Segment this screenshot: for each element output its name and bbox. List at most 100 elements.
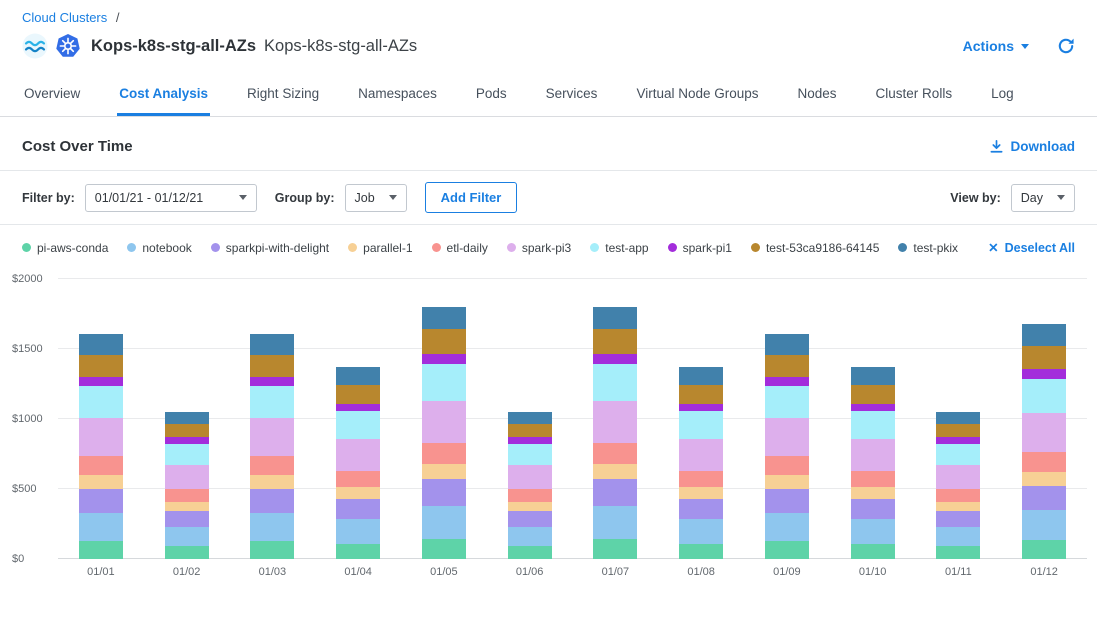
bar-segment-test-app[interactable]	[936, 444, 980, 465]
bar-segment-etl-daily[interactable]	[765, 456, 809, 475]
bar-segment-parallel-1[interactable]	[165, 502, 209, 511]
tab-namespaces[interactable]: Namespaces	[356, 73, 439, 116]
bar-segment-test-app[interactable]	[765, 386, 809, 418]
bar-segment-sparkpi-with-delight[interactable]	[936, 511, 980, 527]
bar-segment-spark-pi3[interactable]	[679, 439, 723, 471]
bar-segment-notebook[interactable]	[79, 513, 123, 541]
bar-segment-test-pkix[interactable]	[508, 412, 552, 424]
stacked-bar-01-01[interactable]	[79, 279, 123, 559]
bar-segment-parallel-1[interactable]	[593, 464, 637, 479]
bar-segment-sparkpi-with-delight[interactable]	[765, 489, 809, 513]
stacked-bar-01-11[interactable]	[936, 279, 980, 559]
bar-segment-parallel-1[interactable]	[250, 475, 294, 489]
bar-segment-test-53ca9186-64145[interactable]	[765, 355, 809, 377]
bar-segment-test-53ca9186-64145[interactable]	[336, 385, 380, 403]
bar-segment-sparkpi-with-delight[interactable]	[250, 489, 294, 513]
bar-segment-notebook[interactable]	[936, 527, 980, 547]
bar-segment-parallel-1[interactable]	[679, 487, 723, 499]
legend-item-sparkpi-with-delight[interactable]: sparkpi-with-delight	[211, 241, 329, 255]
add-filter-button[interactable]: Add Filter	[425, 182, 518, 213]
bar-segment-spark-pi1[interactable]	[422, 354, 466, 365]
bar-segment-spark-pi3[interactable]	[765, 418, 809, 456]
bar-segment-sparkpi-with-delight[interactable]	[79, 489, 123, 513]
bar-segment-pi-aws-conda[interactable]	[422, 539, 466, 559]
legend-item-spark-pi1[interactable]: spark-pi1	[668, 241, 732, 255]
bar-segment-test-app[interactable]	[165, 444, 209, 465]
bar-segment-etl-daily[interactable]	[936, 489, 980, 502]
bar-segment-notebook[interactable]	[165, 527, 209, 547]
bar-segment-test-53ca9186-64145[interactable]	[250, 355, 294, 377]
deselect-all-button[interactable]: ✕ Deselect All	[988, 240, 1075, 255]
bar-segment-spark-pi1[interactable]	[336, 404, 380, 412]
bar-segment-spark-pi3[interactable]	[250, 418, 294, 456]
stacked-bar-01-05[interactable]	[422, 279, 466, 559]
bar-segment-spark-pi1[interactable]	[1022, 369, 1066, 379]
tab-cluster-rolls[interactable]: Cluster Rolls	[874, 73, 955, 116]
breadcrumb-link-cloud-clusters[interactable]: Cloud Clusters	[22, 10, 107, 25]
bar-segment-spark-pi1[interactable]	[765, 377, 809, 386]
bar-segment-sparkpi-with-delight[interactable]	[336, 499, 380, 519]
legend-item-spark-pi3[interactable]: spark-pi3	[507, 241, 571, 255]
bar-segment-notebook[interactable]	[250, 513, 294, 541]
bar-segment-notebook[interactable]	[593, 506, 637, 539]
bar-segment-etl-daily[interactable]	[422, 443, 466, 464]
bar-segment-spark-pi3[interactable]	[165, 465, 209, 490]
date-range-select[interactable]: 01/01/21 - 01/12/21	[85, 184, 257, 212]
bar-segment-sparkpi-with-delight[interactable]	[679, 499, 723, 519]
bar-segment-pi-aws-conda[interactable]	[765, 541, 809, 559]
bar-segment-spark-pi3[interactable]	[79, 418, 123, 456]
bar-segment-pi-aws-conda[interactable]	[936, 546, 980, 559]
bar-segment-etl-daily[interactable]	[593, 443, 637, 464]
bar-segment-spark-pi1[interactable]	[593, 354, 637, 365]
bar-segment-test-53ca9186-64145[interactable]	[593, 329, 637, 354]
bar-segment-test-pkix[interactable]	[250, 334, 294, 355]
bar-segment-spark-pi3[interactable]	[936, 465, 980, 490]
bar-segment-sparkpi-with-delight[interactable]	[508, 511, 552, 527]
bar-segment-spark-pi3[interactable]	[336, 439, 380, 471]
bar-segment-test-app[interactable]	[593, 364, 637, 400]
bar-segment-spark-pi3[interactable]	[851, 439, 895, 471]
legend-item-test-app[interactable]: test-app	[590, 241, 648, 255]
bar-segment-test-53ca9186-64145[interactable]	[936, 424, 980, 437]
bar-segment-test-pkix[interactable]	[165, 412, 209, 424]
bar-segment-etl-daily[interactable]	[165, 489, 209, 502]
bar-segment-test-pkix[interactable]	[1022, 324, 1066, 346]
bar-segment-test-pkix[interactable]	[851, 367, 895, 385]
bar-segment-etl-daily[interactable]	[679, 471, 723, 487]
tab-virtual-node-groups[interactable]: Virtual Node Groups	[634, 73, 760, 116]
bar-segment-pi-aws-conda[interactable]	[508, 546, 552, 559]
bar-segment-spark-pi1[interactable]	[851, 404, 895, 412]
bar-segment-pi-aws-conda[interactable]	[79, 541, 123, 559]
legend-item-test-53ca9186-64145[interactable]: test-53ca9186-64145	[751, 241, 879, 255]
bar-segment-spark-pi3[interactable]	[508, 465, 552, 490]
tab-cost-analysis[interactable]: Cost Analysis	[117, 73, 210, 116]
bar-segment-sparkpi-with-delight[interactable]	[165, 511, 209, 527]
bar-segment-spark-pi1[interactable]	[679, 404, 723, 412]
bar-segment-sparkpi-with-delight[interactable]	[1022, 486, 1066, 511]
bar-segment-notebook[interactable]	[679, 519, 723, 544]
bar-segment-pi-aws-conda[interactable]	[851, 544, 895, 559]
bar-segment-test-pkix[interactable]	[593, 307, 637, 329]
legend-item-notebook[interactable]: notebook	[127, 241, 191, 255]
bar-segment-test-app[interactable]	[1022, 379, 1066, 413]
bar-segment-pi-aws-conda[interactable]	[1022, 540, 1066, 559]
actions-button[interactable]: Actions	[963, 38, 1029, 54]
bar-segment-etl-daily[interactable]	[508, 489, 552, 502]
bar-segment-notebook[interactable]	[851, 519, 895, 544]
bar-segment-etl-daily[interactable]	[336, 471, 380, 487]
bar-segment-test-53ca9186-64145[interactable]	[79, 355, 123, 377]
bar-segment-parallel-1[interactable]	[79, 475, 123, 489]
tab-services[interactable]: Services	[544, 73, 600, 116]
bar-segment-test-pkix[interactable]	[336, 367, 380, 385]
bar-segment-notebook[interactable]	[765, 513, 809, 541]
bar-segment-etl-daily[interactable]	[250, 456, 294, 475]
stacked-bar-01-12[interactable]	[1022, 279, 1066, 559]
bar-segment-spark-pi3[interactable]	[1022, 413, 1066, 452]
stacked-bar-01-04[interactable]	[336, 279, 380, 559]
bar-segment-parallel-1[interactable]	[508, 502, 552, 511]
legend-item-parallel-1[interactable]: parallel-1	[348, 241, 412, 255]
bar-segment-test-pkix[interactable]	[765, 334, 809, 355]
bar-segment-parallel-1[interactable]	[936, 502, 980, 511]
bar-segment-test-app[interactable]	[679, 411, 723, 438]
bar-segment-spark-pi3[interactable]	[422, 401, 466, 443]
